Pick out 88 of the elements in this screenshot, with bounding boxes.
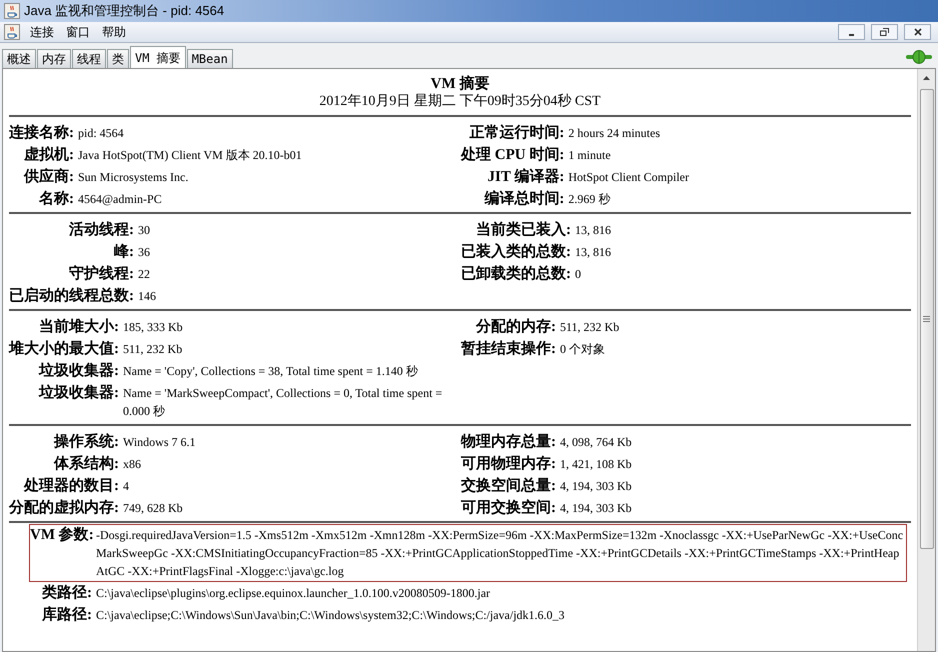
field-value: 1, 421, 108 Kb (559, 456, 633, 473)
field-label: 峰: (113, 242, 134, 262)
field-label: 堆大小的最大值: (9, 339, 119, 359)
field-label: 已启动的线程总数: (9, 286, 134, 306)
field-value: Windows 7 6.1 (122, 434, 197, 451)
field-value: Java HotSpot(TM) Client VM 版本 20.10-b01 (77, 147, 303, 164)
java-cup-icon (4, 3, 20, 19)
field-value: 511, 232 Kb (559, 319, 620, 336)
field-label: 交换空间总量: (461, 476, 556, 496)
field-label: 垃圾收集器: (38, 383, 119, 403)
field-label: 体系结构: (52, 454, 119, 474)
field-label: 分配的虚拟内存: (9, 498, 119, 518)
menu-item[interactable]: 帮助 (100, 23, 128, 41)
field-value: 30 (137, 222, 151, 239)
field-value: Name = 'Copy', Collections = 38, Total time spent = 1.140 秒 (122, 363, 419, 380)
field-label: 连接名称: (9, 123, 74, 143)
field-value: C:\java\eclipse;C:\Windows\Sun\Java\bin;C:\Windows\system32;C:\Windows;C:/java/jdk1.6.0_3 (95, 607, 565, 624)
field-value: 4 (122, 478, 130, 495)
field-label: 操作系统: (52, 432, 119, 452)
field-label: 守护线程: (68, 264, 134, 284)
field-label: 正常运行时间: (468, 123, 564, 143)
field-value: 0 个对象 (559, 341, 606, 358)
field-label: 库路径: (40, 606, 92, 624)
tab[interactable]: 线程 (72, 49, 106, 68)
menu-item[interactable]: 窗口 (64, 23, 92, 41)
field-value: 13, 816 (574, 244, 612, 261)
field-label: 当前类已装入: (475, 220, 571, 240)
field-label: 已卸载类的总数: (461, 264, 571, 284)
menu-item[interactable]: 连接 (28, 23, 56, 41)
field-value: 1 minute (567, 147, 612, 164)
field-label: 处理器的数目: (22, 476, 119, 496)
field-label: 类路径: (40, 584, 92, 602)
tab[interactable]: 概述 (2, 49, 36, 68)
field-label: 当前堆大小: (38, 317, 119, 337)
field-value: 36 (137, 244, 151, 261)
field-value: 185, 333 Kb (122, 319, 184, 336)
tab[interactable]: VM 摘要 (130, 46, 186, 68)
window-title: Java 监视和管理控制台 - pid: 4564 (24, 2, 224, 20)
field-label: JIT 编译器: (486, 167, 564, 187)
tab[interactable]: 类 (107, 49, 129, 68)
field-label: VM 参数: (30, 526, 92, 545)
java-cup-icon (4, 24, 20, 40)
field-value: 4, 098, 764 Kb (559, 434, 633, 451)
field-label: 名称: (38, 190, 74, 209)
field-label: 编译总时间: (483, 189, 564, 209)
field-value: Sun Microsystems Inc. (77, 169, 190, 186)
field-value: 22 (137, 266, 151, 283)
field-value: 2.969 秒 (567, 191, 612, 208)
field-value: x86 (122, 456, 142, 473)
field-value: 146 (137, 288, 157, 305)
field-label: 活动线程: (68, 220, 134, 240)
field-value: C:\java\eclipse\plugins\org.eclipse.equinox.launcher_1.0.100.v20080509-1800.jar (95, 585, 490, 602)
field-label: 处理 CPU 时间: (461, 145, 564, 165)
restore-button[interactable] (871, 24, 898, 40)
minimize-button[interactable] (838, 24, 865, 40)
field-label: 可用交换空间: (461, 498, 556, 518)
field-value: HotSpot Client Compiler (567, 169, 690, 186)
field-label: 虚拟机: (22, 145, 74, 165)
field-value: 749, 628 Kb (122, 500, 184, 517)
field-value: -Dosgi.requiredJavaVersion=1.5 -Xms512m -Xmx512m -Xmn128m -XX:PermSize=96m -XX:MaxPermSize=132m -Xnoclassgc -XX:+UseParNewGc -XX:+UseConcMarkSweepGc -XX:CMSInitiatingOccupancyFraction=85 -XX:+PrintGCApplicationStoppedTime -XX:+PrintGCDetails -XX:+PrintGCTimeStamps -XX:+PrintHeapAtGC -XX:+PrintFlagsFinal -Xlogge:c:\java\gc.log (95, 527, 904, 580)
minimize-icon (849, 34, 854, 36)
close-button[interactable] (904, 24, 931, 40)
scrollbar[interactable] (917, 69, 935, 651)
field-value: 4564@admin-PC (77, 191, 163, 208)
connection-plug-icon (906, 50, 932, 64)
summary-timestamp: 2012年10月9日 星期二 下午09时35分04秒 CST (318, 93, 602, 111)
field-value: 13, 816 (574, 222, 612, 239)
scroll-thumb[interactable] (920, 89, 934, 549)
summary-title: VM 摘要 (430, 75, 490, 93)
field-value: 4, 194, 303 Kb (559, 500, 633, 517)
field-value: 2 hours 24 minutes (567, 125, 661, 142)
field-value: 511, 232 Kb (122, 341, 184, 358)
field-value: 0 (574, 266, 582, 283)
close-icon (914, 28, 922, 36)
field-label: 物理内存总量: (461, 432, 556, 452)
field-label: 供应商: (22, 167, 74, 187)
field-value: pid: 4564 (77, 125, 125, 142)
field-label: 可用物理内存: (461, 454, 556, 474)
field-value: Name = 'MarkSweepCompact', Collections = 0, Total time spent = 0.000 秒 (122, 385, 444, 420)
scroll-up-icon[interactable] (922, 75, 931, 81)
field-label: 垃圾收集器: (38, 361, 119, 381)
tab[interactable]: 内存 (37, 49, 71, 68)
field-label: 分配的内存: (474, 317, 556, 337)
field-value: 4, 194, 303 Kb (559, 478, 633, 495)
field-label: 暂挂结束操作: (461, 339, 556, 359)
tab[interactable]: MBean (186, 49, 233, 68)
field-label: 已装入类的总数: (461, 242, 571, 262)
restore-icon (880, 28, 889, 36)
